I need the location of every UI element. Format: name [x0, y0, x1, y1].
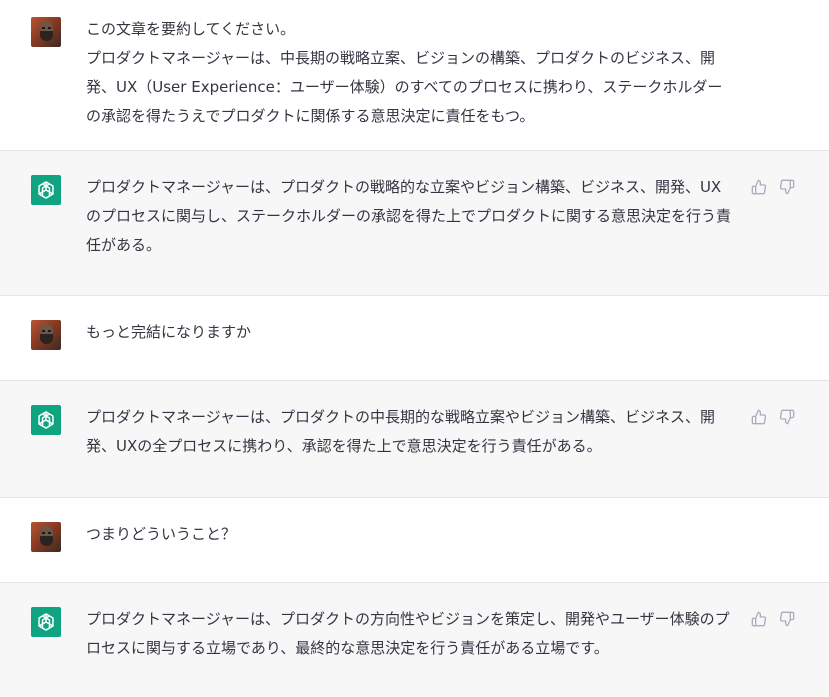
- assistant-message: プロダクトマネージャーは、プロダクトの中長期的な戦略立案やビジョン構築、ビジネス…: [0, 381, 829, 498]
- user-message: つまりどういうこと？: [0, 498, 829, 583]
- feedback-buttons: [751, 409, 795, 425]
- feedback-buttons: [751, 179, 795, 195]
- thumbs-down-icon[interactable]: [779, 611, 795, 627]
- message-text: もっと完結になりますか: [86, 323, 252, 341]
- thumbs-down-icon[interactable]: [779, 179, 795, 195]
- thumbs-down-icon[interactable]: [779, 409, 795, 425]
- user-avatar: [31, 17, 61, 47]
- openai-logo-icon: [31, 405, 61, 435]
- assistant-message: プロダクトマネージャーは、プロダクトの戦略的な立案やビジョン構築、ビジネス、開発…: [0, 151, 829, 296]
- openai-logo-icon: [31, 175, 61, 205]
- user-message: もっと完結になりますか: [0, 296, 829, 381]
- user-message: この文章を要約してください。 プロダクトマネージャーは、中長期の戦略立案、ビジョ…: [0, 0, 829, 151]
- message-text: この文章を要約してください。 プロダクトマネージャーは、中長期の戦略立案、ビジョ…: [86, 20, 723, 125]
- message-text: プロダクトマネージャーは、プロダクトの中長期的な戦略立案やビジョン構築、ビジネス…: [86, 408, 715, 455]
- user-avatar: [31, 320, 61, 350]
- assistant-message: プロダクトマネージャーは、プロダクトの方向性やビジョンを策定し、開発やユーザー体…: [0, 583, 829, 697]
- thumbs-up-icon[interactable]: [751, 409, 767, 425]
- thumbs-up-icon[interactable]: [751, 179, 767, 195]
- message-text: プロダクトマネージャーは、プロダクトの方向性やビジョンを策定し、開発やユーザー体…: [86, 610, 730, 657]
- thumbs-up-icon[interactable]: [751, 611, 767, 627]
- message-text: プロダクトマネージャーは、プロダクトの戦略的な立案やビジョン構築、ビジネス、開発…: [86, 178, 732, 254]
- feedback-buttons: [751, 611, 795, 627]
- user-avatar: [31, 522, 61, 552]
- message-text: つまりどういうこと？: [86, 525, 237, 543]
- chat-thread: この文章を要約してください。 プロダクトマネージャーは、中長期の戦略立案、ビジョ…: [0, 0, 829, 697]
- openai-logo-icon: [31, 607, 61, 637]
